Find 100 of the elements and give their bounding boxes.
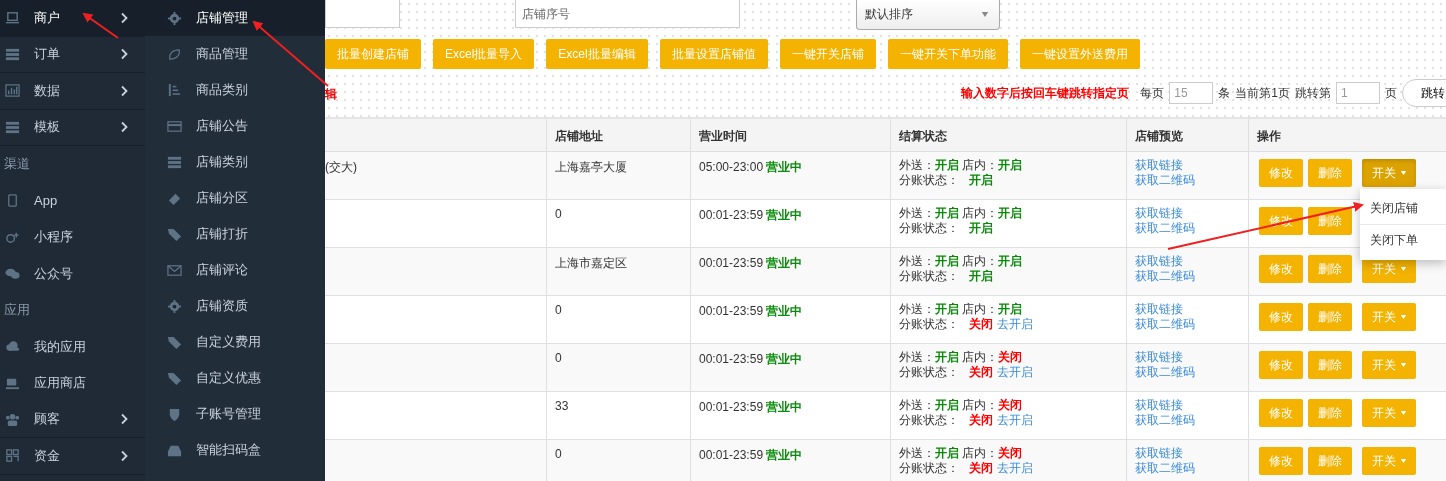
delivery-status: 开启 xyxy=(935,206,959,220)
submenu-item[interactable]: 店铺公告 xyxy=(145,108,325,144)
switch-dropdown-button[interactable]: 开关 xyxy=(1362,399,1416,427)
jump-page-field[interactable]: 1 xyxy=(1336,82,1380,104)
submenu-item[interactable]: 店铺打折 xyxy=(145,216,325,252)
business-hours: 00:01-23:59 xyxy=(699,256,764,270)
edit-button[interactable]: 修改 xyxy=(1259,399,1303,427)
edit-button[interactable]: 修改 xyxy=(1259,255,1303,283)
per-page-unit: 条 xyxy=(1218,84,1231,102)
switch-dropdown-button[interactable]: 开关 xyxy=(1362,447,1416,475)
sidebar-item[interactable]: 公众号 xyxy=(0,255,145,292)
preview-link[interactable]: 获取链接 xyxy=(1135,398,1240,413)
split-status: 开启 xyxy=(969,173,993,187)
dine-in-status: 开启 xyxy=(998,158,1022,172)
preview-link[interactable]: 获取链接 xyxy=(1135,446,1240,461)
toolbar-button[interactable]: 一键开关店铺 xyxy=(779,39,876,69)
sort-dropdown[interactable]: 默认排序 xyxy=(856,0,1000,30)
enable-link[interactable]: 去开启 xyxy=(997,413,1033,427)
delete-button[interactable]: 删除 xyxy=(1308,399,1352,427)
dine-in-status: 关闭 xyxy=(998,446,1022,460)
business-status: 营业中 xyxy=(766,208,803,222)
caret-icon xyxy=(1400,459,1407,463)
search-field[interactable] xyxy=(325,0,400,28)
menu-item[interactable]: 关闭下单 xyxy=(1360,224,1446,256)
sidebar-section-title: 应用 xyxy=(3,301,31,319)
jump-button[interactable]: 跳转 xyxy=(1402,79,1446,107)
submenu-item[interactable]: 自定义优惠 xyxy=(145,360,325,396)
toolbar-button[interactable]: Excel批量导入 xyxy=(433,39,535,69)
store-address: 0 xyxy=(555,303,562,317)
submenu-item[interactable]: 自定义费用 xyxy=(145,324,325,360)
split-label: 分账状态： xyxy=(899,365,959,379)
submenu-item[interactable]: 子账号管理 xyxy=(145,396,325,432)
toolbar-button[interactable]: 一键设置外送费用 xyxy=(1019,39,1140,69)
submenu-item[interactable]: 智能扫码盒 xyxy=(145,432,325,468)
submenu-item[interactable]: 店铺类别 xyxy=(145,144,325,180)
dine-in-status: 关闭 xyxy=(998,350,1022,364)
delivery-label: 外送： xyxy=(899,158,935,172)
preview-link[interactable]: 获取二维码 xyxy=(1135,221,1240,236)
switch-dropdown-button[interactable]: 开关 xyxy=(1362,303,1416,331)
preview-link[interactable]: 获取二维码 xyxy=(1135,269,1240,284)
preview-link[interactable]: 获取链接 xyxy=(1135,302,1240,317)
business-status: 营业中 xyxy=(766,448,803,462)
delete-button[interactable]: 删除 xyxy=(1308,255,1352,283)
preview-link[interactable]: 获取链接 xyxy=(1135,254,1240,269)
delivery-label: 外送： xyxy=(899,302,935,316)
toolbar-button[interactable]: 批量设置店铺值 xyxy=(659,39,768,69)
serial-number-field[interactable]: 店铺序号 xyxy=(515,0,740,28)
sidebar-section-title: 渠道 xyxy=(3,155,31,173)
delete-button[interactable]: 删除 xyxy=(1308,207,1352,235)
delete-button[interactable]: 删除 xyxy=(1308,351,1352,379)
submenu-item[interactable]: 商品类别 xyxy=(145,72,325,108)
toolbar-button[interactable]: Excel批量编辑 xyxy=(546,39,648,69)
sidebar-item[interactable]: 我的应用 xyxy=(0,328,145,365)
sidebar-item[interactable]: 应用商店 xyxy=(0,365,145,402)
store-address: 33 xyxy=(555,399,569,413)
preview-link[interactable]: 获取二维码 xyxy=(1135,365,1240,380)
gear-icon xyxy=(167,298,182,314)
preview-link[interactable]: 获取链接 xyxy=(1135,206,1240,221)
edit-button[interactable]: 修改 xyxy=(1259,159,1303,187)
submenu-item[interactable]: 店铺评论 xyxy=(145,252,325,288)
delete-button[interactable]: 删除 xyxy=(1308,159,1352,187)
preview-link[interactable]: 获取二维码 xyxy=(1135,413,1240,428)
submenu-item[interactable]: 店铺分区 xyxy=(145,180,325,216)
submenu-item[interactable]: 店铺资质 xyxy=(145,288,325,324)
sidebar-item[interactable]: 商户 xyxy=(0,0,145,37)
delete-button[interactable]: 删除 xyxy=(1308,303,1352,331)
sidebar-item[interactable]: 小程序 xyxy=(0,219,145,256)
switch-dropdown-button[interactable]: 开关 xyxy=(1362,159,1416,187)
caret-icon xyxy=(1400,411,1407,415)
edit-button[interactable]: 修改 xyxy=(1259,447,1303,475)
delivery-status: 开启 xyxy=(935,398,959,412)
enable-link[interactable]: 去开启 xyxy=(997,365,1033,379)
store-address: 上海市嘉定区 xyxy=(555,256,627,270)
current-page-text: 当前第1页 xyxy=(1235,84,1290,102)
page-jump-hint: 输入数字后按回车键跳转指定页 xyxy=(961,84,1130,102)
delivery-status: 开启 xyxy=(935,446,959,460)
edit-button[interactable]: 修改 xyxy=(1259,351,1303,379)
delete-button[interactable]: 删除 xyxy=(1308,447,1352,475)
menu-item[interactable]: 关闭店铺 xyxy=(1360,193,1446,224)
toolbar-button[interactable]: 批量创建店铺 xyxy=(325,39,421,69)
toolbar-button[interactable]: 一键开关下单功能 xyxy=(887,39,1008,69)
business-status: 营业中 xyxy=(766,400,803,414)
switch-dropdown-button[interactable]: 开关 xyxy=(1362,351,1416,379)
dine-in-label: 店内： xyxy=(962,254,998,268)
enable-link[interactable]: 去开启 xyxy=(997,317,1033,331)
business-hours: 00:01-23:59 xyxy=(699,208,764,222)
preview-link[interactable]: 获取二维码 xyxy=(1135,317,1240,332)
per-page-field[interactable]: 15 xyxy=(1169,82,1214,104)
dine-in-status: 关闭 xyxy=(998,398,1022,412)
preview-link[interactable]: 获取二维码 xyxy=(1135,173,1240,188)
enable-link[interactable]: 去开启 xyxy=(997,461,1033,475)
preview-link[interactable]: 获取二维码 xyxy=(1135,461,1240,476)
preview-link[interactable]: 获取链接 xyxy=(1135,350,1240,365)
split-status: 关闭 xyxy=(969,317,993,331)
sidebar-item[interactable]: App xyxy=(0,182,145,219)
preview-link[interactable]: 获取链接 xyxy=(1135,158,1240,173)
business-hours: 00:01-23:59 xyxy=(699,352,764,366)
submenu-item[interactable]: 商品管理 xyxy=(145,36,325,72)
submenu-item[interactable]: 店铺管理 xyxy=(145,0,325,36)
edit-button[interactable]: 修改 xyxy=(1259,303,1303,331)
